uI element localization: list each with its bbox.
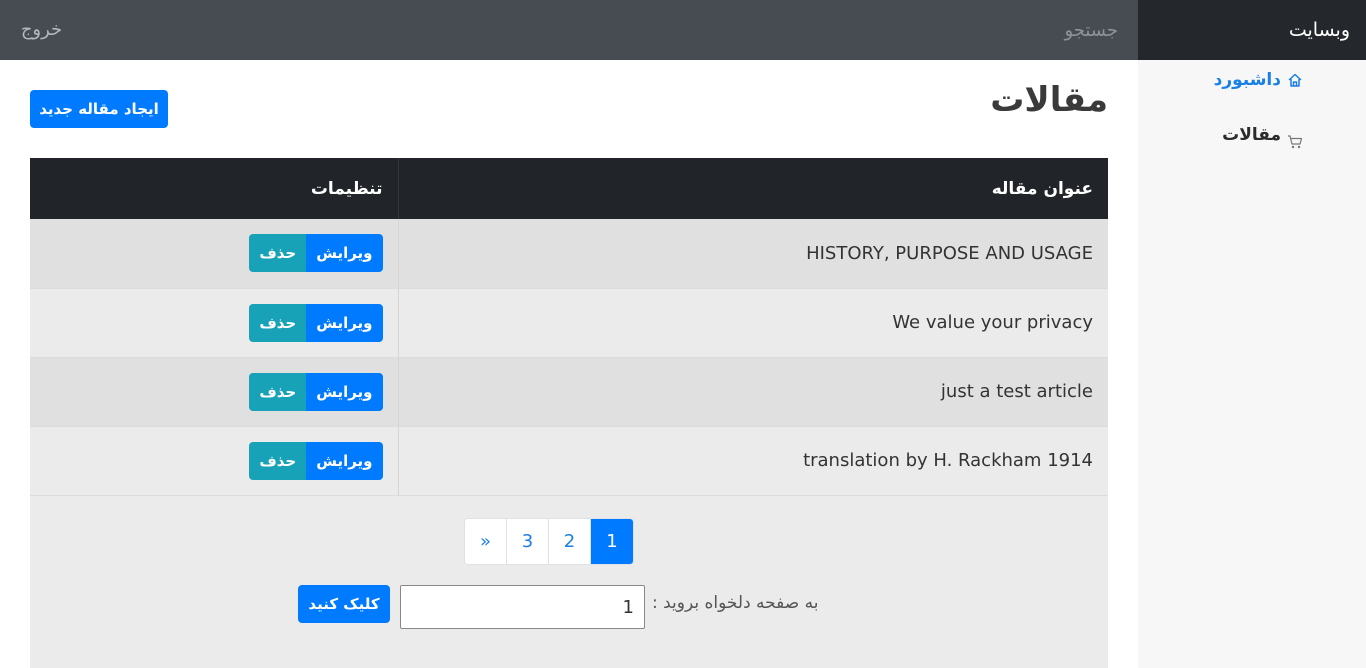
row-actions: ویرایش حذف (30, 426, 398, 495)
table-row: translation by H. Rackham 1914 ویرایش حذ… (30, 426, 1108, 495)
articles-table: عنوان مقاله تنظیمات HISTORY, PURPOSE AND… (30, 158, 1108, 496)
header-title: عنوان مقاله (397, 158, 1108, 219)
delete-button[interactable]: حذف (249, 234, 307, 273)
pagination: » 3 2 1 (464, 518, 634, 565)
home-icon (1287, 72, 1303, 88)
brand-logo[interactable]: وبسایت (1138, 0, 1366, 60)
table-row: HISTORY, PURPOSE AND USAGE ویرایش حذف (30, 219, 1108, 288)
sidebar: داشبورد مقالات (1138, 60, 1366, 668)
goto-page-button[interactable]: کلیک کنید (298, 585, 390, 623)
sidebar-item-label: داشبورد (1213, 70, 1281, 90)
table-row: just a test article ویرایش حذف (30, 357, 1108, 426)
pagination-page-1[interactable]: 1 (591, 519, 633, 564)
page-title: مقالات (990, 80, 1108, 120)
pagination-page-2[interactable]: 2 (549, 519, 591, 564)
logout-button[interactable]: خروج (0, 0, 83, 60)
delete-button[interactable]: حذف (249, 372, 307, 411)
table-row: We value your privacy ویرایش حذف (30, 288, 1108, 357)
cart-icon (1287, 134, 1303, 150)
pagination-next[interactable]: » (465, 519, 507, 564)
action-buttons: ویرایش حذف (249, 234, 383, 273)
delete-button[interactable]: حذف (249, 441, 307, 480)
sidebar-item-articles[interactable]: مقالات (1222, 120, 1303, 150)
goto-page-label: به صفحه دلخواه بروید : (652, 593, 819, 613)
action-buttons: ویرایش حذف (249, 303, 383, 342)
row-actions: ویرایش حذف (30, 357, 398, 426)
edit-button[interactable]: ویرایش (306, 372, 383, 411)
sidebar-item-label: مقالات (1222, 125, 1281, 145)
action-buttons: ویرایش حذف (249, 441, 383, 480)
article-title: We value your privacy (397, 288, 1108, 357)
goto-page-input[interactable] (400, 585, 645, 629)
row-actions: ویرایش حذف (30, 288, 398, 357)
header-settings: تنظیمات (310, 178, 383, 199)
delete-button[interactable]: حذف (249, 303, 307, 342)
top-navbar: وبسایت خروج (0, 0, 1366, 60)
article-title: translation by H. Rackham 1914 (397, 426, 1108, 495)
pagination-page-3[interactable]: 3 (507, 519, 549, 564)
edit-button[interactable]: ویرایش (306, 303, 383, 342)
table-header-row: عنوان مقاله تنظیمات (30, 158, 1108, 219)
row-actions: ویرایش حذف (30, 219, 398, 288)
article-title: just a test article (397, 357, 1108, 426)
new-article-button[interactable]: ایجاد مقاله جدید (30, 90, 168, 128)
sidebar-item-dashboard[interactable]: داشبورد (1214, 70, 1303, 90)
edit-button[interactable]: ویرایش (306, 441, 383, 480)
article-title: HISTORY, PURPOSE AND USAGE (397, 219, 1108, 288)
action-buttons: ویرایش حذف (249, 372, 383, 411)
edit-button[interactable]: ویرایش (306, 234, 383, 273)
search-input[interactable] (83, 0, 1138, 60)
